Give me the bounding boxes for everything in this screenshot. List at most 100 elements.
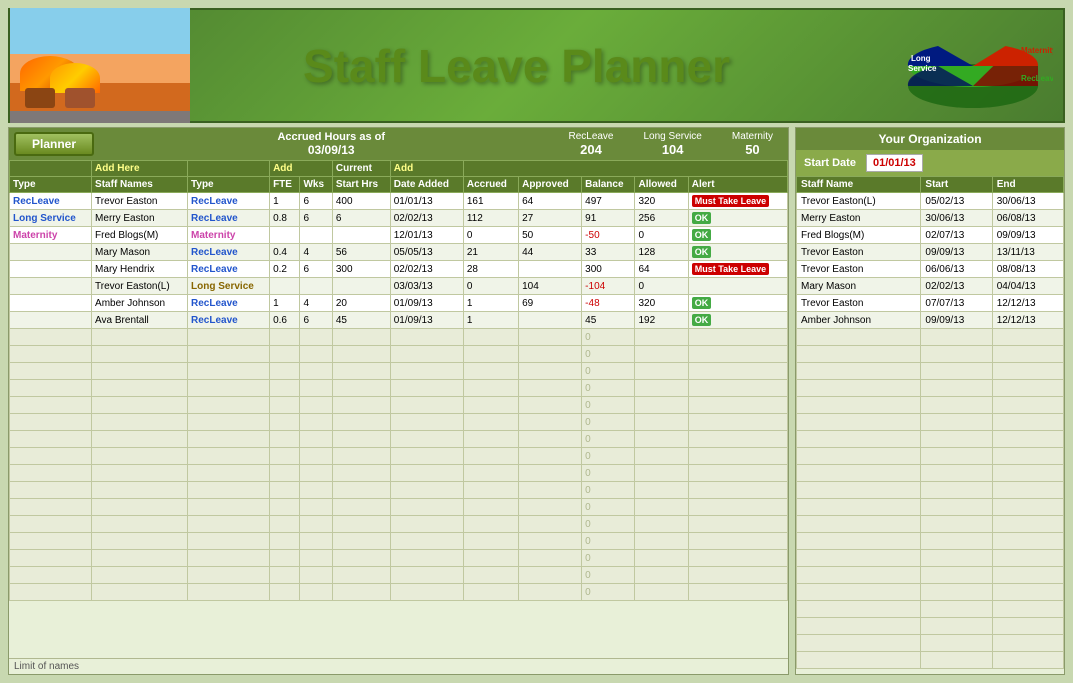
cell-empty (10, 550, 92, 567)
org-cell-empty (797, 431, 921, 448)
cell-empty (300, 482, 332, 499)
org-cell-empty (797, 516, 921, 533)
org-cell-empty (797, 465, 921, 482)
col-header-row: Type Staff Names Type FTE Wks Start Hrs … (10, 177, 788, 193)
cell-ltype: RecLeave (188, 261, 270, 278)
cell-empty: 0 (582, 499, 635, 516)
start-date-row: Start Date 01/01/13 (796, 150, 1064, 176)
cell-ltype: Maternity (188, 227, 270, 244)
cell-fte: 0.8 (270, 210, 300, 227)
org-cell-empty (921, 567, 992, 584)
cell-empty (332, 380, 390, 397)
cell-empty (300, 550, 332, 567)
th-current: Current (332, 161, 390, 177)
org-cell-empty (797, 499, 921, 516)
cell-empty: 0 (582, 550, 635, 567)
org-th-start: Start (921, 177, 992, 193)
cell-empty (390, 516, 463, 533)
planner-header-row: Planner Accrued Hours as of 03/09/13 Rec… (9, 128, 788, 160)
cell-empty (300, 380, 332, 397)
cell-alert: OK (688, 312, 787, 329)
cell-empty (300, 414, 332, 431)
cell-empty: 0 (582, 516, 635, 533)
org-cell-empty (992, 363, 1063, 380)
th-alert: Alert (688, 177, 787, 193)
cell-fte: 0.2 (270, 261, 300, 278)
cell-empty (270, 397, 300, 414)
cell-empty (390, 533, 463, 550)
cell-alert: OK (688, 295, 787, 312)
th-add-date: Add (390, 161, 463, 177)
cell-empty (390, 414, 463, 431)
cell-date: 01/09/13 (390, 312, 463, 329)
cell-empty (10, 380, 92, 397)
org-cell-empty (992, 346, 1063, 363)
maternity-label: Maternity (732, 131, 773, 142)
cell-empty (188, 397, 270, 414)
cell-empty (688, 329, 787, 346)
table-row-empty: 0 (10, 533, 788, 550)
org-row-empty (797, 635, 1064, 652)
org-row-empty (797, 567, 1064, 584)
cell-date: 03/03/13 (390, 278, 463, 295)
org-cell-empty (921, 482, 992, 499)
cell-empty (188, 380, 270, 397)
cell-empty (10, 584, 92, 601)
cell-empty (188, 414, 270, 431)
cell-empty (300, 363, 332, 380)
cell-wks: 6 (300, 210, 332, 227)
table-row-empty: 0 (10, 397, 788, 414)
th-balance: Balance (582, 177, 635, 193)
cell-empty (390, 397, 463, 414)
cell-ltype: RecLeave (188, 210, 270, 227)
cell-alert: Must Take Leave (688, 193, 787, 210)
org-cell-staff: Merry Easton (797, 210, 921, 227)
org-row-empty (797, 499, 1064, 516)
alert-badge: OK (692, 297, 712, 309)
org-cell-staff: Trevor Easton (797, 295, 921, 312)
cell-allowed: 0 (635, 227, 688, 244)
cell-empty (635, 567, 688, 584)
cell-empty (390, 329, 463, 346)
cell-ltype: RecLeave (188, 244, 270, 261)
cell-empty (270, 584, 300, 601)
cell-empty (519, 584, 582, 601)
cell-empty (92, 516, 188, 533)
org-cell-start: 30/06/13 (921, 210, 992, 227)
org-cell-empty (921, 601, 992, 618)
org-cell-empty (921, 346, 992, 363)
cell-empty (188, 482, 270, 499)
cell-empty (188, 533, 270, 550)
cell-empty: 0 (582, 584, 635, 601)
cell-empty: 0 (582, 380, 635, 397)
org-cell-empty (797, 584, 921, 601)
org-cell-empty (921, 363, 992, 380)
cell-empty (519, 414, 582, 431)
table-row-empty: 0 (10, 567, 788, 584)
cell-empty (519, 346, 582, 363)
maternity-summary: Maternity 50 (732, 131, 773, 157)
cell-date: 05/05/13 (390, 244, 463, 261)
cell-start: 6 (332, 210, 390, 227)
cell-empty (300, 533, 332, 550)
cell-empty (519, 516, 582, 533)
recleave-value: 204 (568, 142, 613, 157)
org-cell-staff: Trevor Easton (797, 261, 921, 278)
cell-staff: Mary Mason (92, 244, 188, 261)
org-cell-empty (992, 380, 1063, 397)
org-cell-empty (797, 550, 921, 567)
cell-alert: OK (688, 227, 787, 244)
cell-empty (300, 567, 332, 584)
cell-empty (270, 431, 300, 448)
org-header-row: Staff Name Start End (797, 177, 1064, 193)
org-table-row: Merry Easton 30/06/13 06/08/13 (797, 210, 1064, 227)
org-table-row: Trevor Easton 07/07/13 12/12/13 (797, 295, 1064, 312)
org-cell-empty (797, 414, 921, 431)
cell-empty (519, 329, 582, 346)
cell-empty (270, 567, 300, 584)
recleave-label: RecLeave (568, 131, 613, 142)
planner-button[interactable]: Planner (14, 132, 94, 156)
org-cell-staff: Amber Johnson (797, 312, 921, 329)
cell-empty (300, 584, 332, 601)
org-cell-staff: Trevor Easton(L) (797, 193, 921, 210)
